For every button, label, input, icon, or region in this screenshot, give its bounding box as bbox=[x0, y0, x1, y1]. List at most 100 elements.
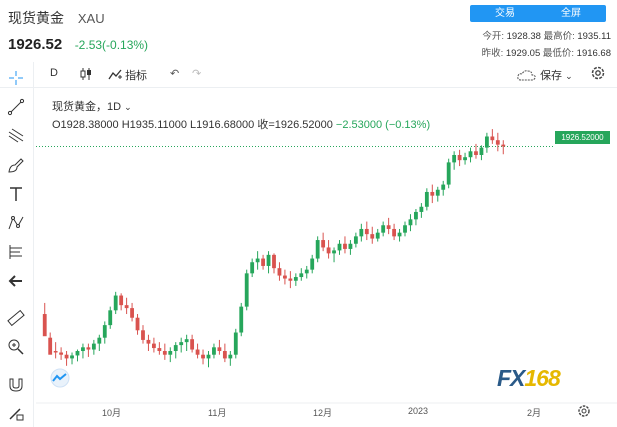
legend-symbol: 现货黄金，1D bbox=[52, 101, 122, 113]
fib-tool-icon[interactable] bbox=[6, 126, 26, 146]
text-tool-icon[interactable] bbox=[6, 184, 26, 204]
candle bbox=[113, 291, 118, 315]
ruler-icon[interactable] bbox=[6, 308, 26, 328]
candle bbox=[59, 347, 64, 360]
candle bbox=[255, 251, 260, 270]
candle-body bbox=[261, 258, 265, 266]
trend-line-icon[interactable] bbox=[6, 97, 26, 117]
candle-style-icon[interactable] bbox=[78, 66, 94, 85]
interval-selector[interactable]: D bbox=[50, 67, 58, 79]
candle bbox=[217, 339, 222, 355]
candle-body bbox=[283, 275, 287, 279]
lock-pencil-icon[interactable] bbox=[6, 403, 26, 423]
candle bbox=[184, 334, 189, 352]
candle-body bbox=[195, 349, 200, 355]
candle-body bbox=[386, 225, 391, 229]
prev-close-value: 1929.05 bbox=[505, 48, 541, 59]
candle-body bbox=[151, 343, 156, 349]
candle-body bbox=[495, 140, 500, 145]
candle-body bbox=[359, 228, 364, 237]
candle-body bbox=[272, 254, 276, 269]
stats-row-2: 昨收: 1929.05 最低价: 1916.68 bbox=[482, 45, 611, 59]
save-label: 保存 bbox=[540, 70, 563, 82]
undo-icon[interactable]: ↶ bbox=[170, 67, 179, 80]
candle bbox=[397, 228, 402, 242]
candle-body bbox=[141, 330, 145, 340]
fullscreen-button[interactable]: 全屏 bbox=[536, 5, 606, 22]
candle bbox=[75, 349, 80, 362]
candle bbox=[364, 221, 369, 241]
candle-body bbox=[42, 314, 47, 337]
candle bbox=[435, 186, 440, 202]
candle-body bbox=[326, 247, 331, 254]
candle bbox=[119, 293, 124, 311]
zoom-in-icon[interactable] bbox=[6, 337, 26, 357]
candle bbox=[490, 129, 495, 144]
arrow-left-icon[interactable] bbox=[6, 271, 26, 291]
candle-body bbox=[490, 136, 495, 141]
candle-body bbox=[97, 337, 102, 344]
candle bbox=[353, 232, 358, 248]
candle-body bbox=[452, 154, 457, 163]
candle bbox=[414, 208, 418, 226]
pattern-tool-icon[interactable] bbox=[6, 213, 26, 233]
candle bbox=[310, 254, 315, 274]
indicator-button[interactable]: 指标 bbox=[108, 67, 147, 83]
candle-body bbox=[343, 243, 347, 249]
candle bbox=[446, 158, 451, 189]
candle-body bbox=[119, 295, 124, 306]
candle-body bbox=[86, 347, 91, 350]
candle-body bbox=[414, 211, 418, 220]
candle-body bbox=[222, 351, 227, 359]
candle-body bbox=[81, 347, 85, 352]
candle bbox=[151, 337, 156, 353]
candle bbox=[375, 228, 380, 242]
chart-legend-title[interactable]: 现货黄金，1D ⌄ bbox=[52, 98, 132, 114]
candle bbox=[53, 342, 58, 359]
cloud-icon bbox=[517, 70, 536, 81]
settings-small-icon[interactable] bbox=[577, 404, 591, 423]
candle-body bbox=[424, 191, 429, 207]
candle-body bbox=[135, 317, 140, 331]
candle bbox=[359, 223, 364, 242]
candle-body bbox=[457, 154, 462, 161]
candle bbox=[266, 251, 271, 274]
legend-ohlc-values: O1928.38000 H1935.11000 L1916.68000 收=19… bbox=[52, 119, 333, 131]
candle-body bbox=[162, 351, 167, 355]
prev-close-label: 昨收: bbox=[481, 48, 504, 59]
candle-body bbox=[130, 308, 134, 318]
redo-icon[interactable]: ↷ bbox=[192, 67, 201, 80]
measure-tool-icon[interactable] bbox=[6, 242, 26, 262]
indicator-label: 指标 bbox=[125, 70, 148, 82]
magnet-icon[interactable] bbox=[6, 375, 26, 395]
crosshair-icon[interactable] bbox=[6, 68, 26, 88]
candle-body bbox=[217, 347, 222, 352]
candle-body bbox=[299, 273, 304, 278]
candle-body bbox=[179, 342, 184, 346]
candle-body bbox=[239, 306, 244, 333]
candle bbox=[201, 349, 205, 365]
brush-icon[interactable] bbox=[6, 155, 26, 175]
candle-body bbox=[375, 232, 380, 239]
candle bbox=[299, 268, 304, 281]
candle bbox=[283, 269, 287, 285]
chart-legend-ohlc: O1928.38000 H1935.11000 L1916.68000 收=19… bbox=[52, 116, 430, 132]
save-button[interactable]: 保存 ⌄ bbox=[517, 67, 573, 83]
candle bbox=[441, 180, 446, 196]
candle-body bbox=[446, 162, 451, 185]
candle bbox=[381, 221, 386, 237]
candle bbox=[452, 151, 457, 170]
candle-body bbox=[332, 250, 336, 254]
candle-body bbox=[408, 219, 413, 226]
candle bbox=[81, 343, 85, 359]
candle bbox=[392, 223, 397, 241]
candle-body bbox=[430, 191, 435, 196]
instrument-title: 现货黄金 XAU bbox=[8, 8, 105, 28]
tradingview-logo-icon[interactable] bbox=[46, 368, 74, 388]
candle bbox=[468, 147, 473, 163]
trade-button[interactable]: 交易 bbox=[470, 5, 540, 22]
candle bbox=[102, 321, 107, 344]
gear-icon[interactable] bbox=[590, 65, 606, 84]
candle-body bbox=[168, 351, 173, 355]
chevron-down-icon: ⌄ bbox=[124, 102, 132, 112]
